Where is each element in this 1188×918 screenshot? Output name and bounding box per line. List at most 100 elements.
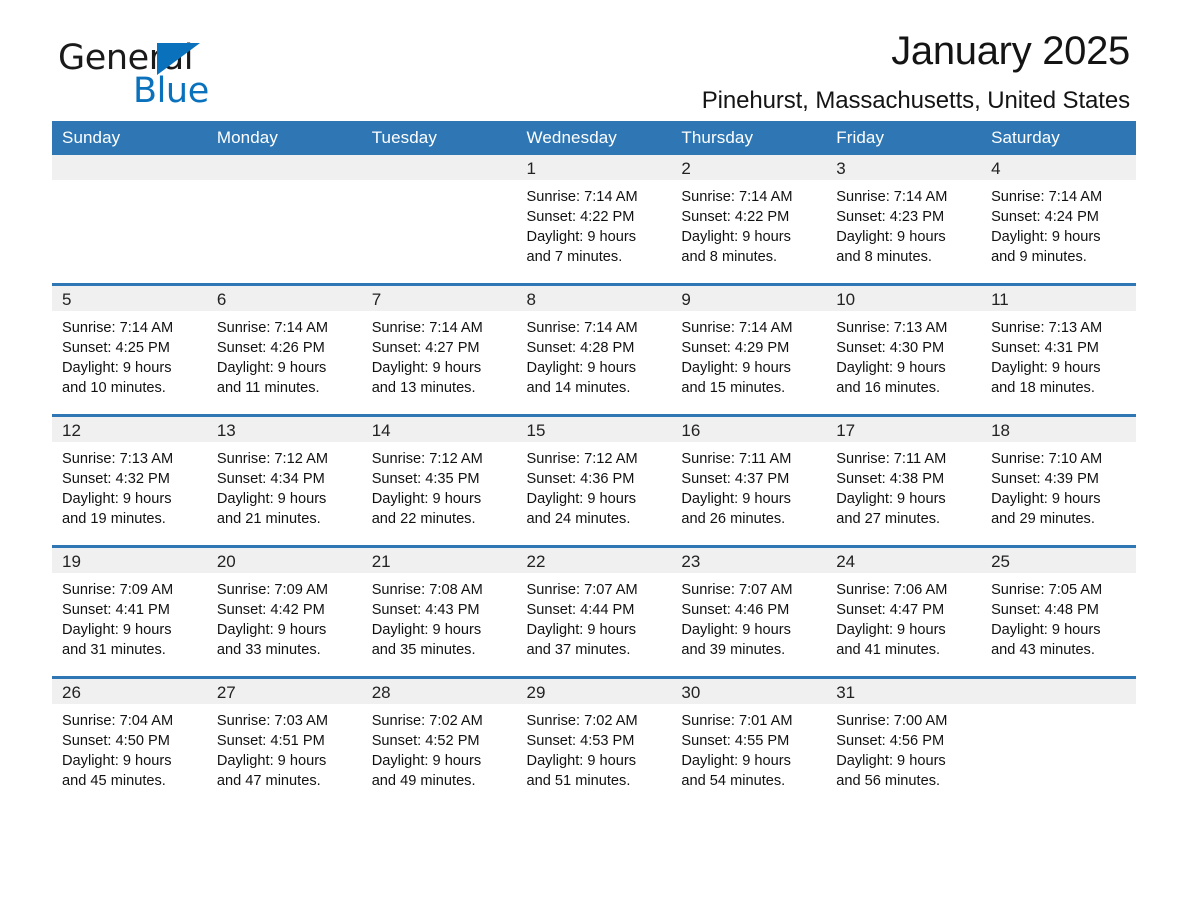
- sunrise-text: Sunrise: 7:14 AM: [681, 189, 793, 205]
- day-number: 28: [361, 679, 517, 704]
- daylight-text-line1: Daylight: 9 hours: [681, 753, 791, 769]
- sunset-text: Sunset: 4:32 PM: [62, 471, 170, 487]
- day-cell[interactable]: 24 Sunrise: 7:06 AM Sunset: 4:47 PM Dayl…: [826, 545, 982, 678]
- daylight-text-line2: and 15 minutes.: [681, 380, 786, 396]
- daylight-text-line1: Daylight: 9 hours: [681, 229, 791, 245]
- day-cell[interactable]: 20 Sunrise: 7:09 AM Sunset: 4:42 PM Dayl…: [206, 545, 362, 678]
- day-cell[interactable]: 29 Sunrise: 7:02 AM Sunset: 4:53 PM Dayl…: [516, 676, 672, 807]
- day-cell[interactable]: 17 Sunrise: 7:11 AM Sunset: 4:38 PM Dayl…: [826, 414, 982, 547]
- day-number: 16: [671, 417, 827, 442]
- sunset-text: Sunset: 4:31 PM: [991, 340, 1099, 356]
- day-cell[interactable]: 3 Sunrise: 7:14 AM Sunset: 4:23 PM Dayli…: [826, 155, 982, 285]
- day-cell[interactable]: 10 Sunrise: 7:13 AM Sunset: 4:30 PM Dayl…: [826, 283, 982, 416]
- sunset-text: Sunset: 4:52 PM: [371, 733, 480, 749]
- daylight-text-line1: Daylight: 9 hours: [836, 360, 946, 376]
- daylight-text-line2: and 19 minutes.: [62, 511, 166, 527]
- day-cell[interactable]: 6 Sunrise: 7:14 AM Sunset: 4:26 PM Dayli…: [206, 283, 362, 416]
- day-number: 18: [981, 417, 1136, 442]
- sunrise-text: Sunrise: 7:04 AM: [62, 713, 174, 729]
- location-subtitle: Pinehurst, Massachusetts, United States: [701, 87, 1130, 114]
- sunset-text: Sunset: 4:23 PM: [836, 209, 945, 225]
- day-details: Sunrise: 7:11 AM Sunset: 4:37 PM Dayligh…: [671, 442, 826, 529]
- sunrise-text: Sunrise: 7:02 AM: [371, 713, 483, 729]
- sunset-text: Sunset: 4:41 PM: [62, 602, 170, 618]
- day-cell[interactable]: 7 Sunrise: 7:14 AM Sunset: 4:27 PM Dayli…: [361, 283, 517, 416]
- day-cell[interactable]: 15 Sunrise: 7:12 AM Sunset: 4:36 PM Dayl…: [516, 414, 672, 547]
- daylight-text-line1: Daylight: 9 hours: [371, 622, 482, 638]
- day-cell: [361, 155, 517, 285]
- day-cell[interactable]: 12 Sunrise: 7:13 AM Sunset: 4:32 PM Dayl…: [52, 414, 207, 547]
- sunrise-text: Sunrise: 7:02 AM: [526, 713, 638, 729]
- day-cell[interactable]: 5 Sunrise: 7:14 AM Sunset: 4:25 PM Dayli…: [52, 283, 207, 416]
- day-details: Sunrise: 7:02 AM Sunset: 4:52 PM Dayligh…: [362, 704, 517, 791]
- day-number: 7: [361, 286, 517, 311]
- day-details: Sunrise: 7:14 AM Sunset: 4:22 PM Dayligh…: [517, 180, 672, 267]
- day-number: 26: [52, 679, 207, 704]
- calendar-body: 1 Sunrise: 7:14 AM Sunset: 4:22 PM Dayli…: [52, 155, 1136, 807]
- daylight-text-line1: Daylight: 9 hours: [62, 360, 172, 376]
- day-number: 9: [671, 286, 827, 311]
- sunrise-text: Sunrise: 7:13 AM: [991, 320, 1103, 336]
- day-cell[interactable]: 23 Sunrise: 7:07 AM Sunset: 4:46 PM Dayl…: [671, 545, 827, 678]
- day-number: [361, 155, 517, 180]
- daylight-text-line1: Daylight: 9 hours: [836, 229, 946, 245]
- daylight-text-line2: and 27 minutes.: [836, 511, 941, 527]
- day-cell[interactable]: 26 Sunrise: 7:04 AM Sunset: 4:50 PM Dayl…: [52, 676, 207, 807]
- daylight-text-line1: Daylight: 9 hours: [62, 753, 172, 769]
- sunset-text: Sunset: 4:43 PM: [371, 602, 480, 618]
- day-number: 5: [52, 286, 207, 311]
- daylight-text-line2: and 16 minutes.: [836, 380, 941, 396]
- daylight-text-line1: Daylight: 9 hours: [216, 622, 327, 638]
- day-cell[interactable]: 4 Sunrise: 7:14 AM Sunset: 4:24 PM Dayli…: [981, 155, 1136, 285]
- daylight-text-line2: and 8 minutes.: [836, 249, 932, 265]
- sunset-text: Sunset: 4:22 PM: [681, 209, 790, 225]
- day-cell[interactable]: 13 Sunrise: 7:12 AM Sunset: 4:34 PM Dayl…: [206, 414, 362, 547]
- day-cell[interactable]: 8 Sunrise: 7:14 AM Sunset: 4:28 PM Dayli…: [516, 283, 672, 416]
- day-cell[interactable]: 1 Sunrise: 7:14 AM Sunset: 4:22 PM Dayli…: [516, 155, 672, 285]
- generalblue-logo[interactable]: General Blue: [58, 38, 318, 111]
- daylight-text-line2: and 8 minutes.: [681, 249, 778, 265]
- sunrise-text: Sunrise: 7:10 AM: [991, 451, 1103, 467]
- day-cell[interactable]: 25 Sunrise: 7:05 AM Sunset: 4:48 PM Dayl…: [981, 545, 1136, 678]
- sunrise-text: Sunrise: 7:01 AM: [681, 713, 793, 729]
- day-cell[interactable]: 22 Sunrise: 7:07 AM Sunset: 4:44 PM Dayl…: [516, 545, 672, 678]
- day-cell[interactable]: 16 Sunrise: 7:11 AM Sunset: 4:37 PM Dayl…: [671, 414, 827, 547]
- sunset-text: Sunset: 4:38 PM: [836, 471, 945, 487]
- day-number: 3: [826, 155, 982, 180]
- day-cell[interactable]: 9 Sunrise: 7:14 AM Sunset: 4:29 PM Dayli…: [671, 283, 827, 416]
- day-cell[interactable]: 27 Sunrise: 7:03 AM Sunset: 4:51 PM Dayl…: [206, 676, 362, 807]
- day-cell[interactable]: 11 Sunrise: 7:13 AM Sunset: 4:31 PM Dayl…: [981, 283, 1136, 416]
- day-details: Sunrise: 7:09 AM Sunset: 4:42 PM Dayligh…: [207, 573, 362, 660]
- day-cell[interactable]: 18 Sunrise: 7:10 AM Sunset: 4:39 PM Dayl…: [981, 414, 1136, 547]
- day-cell[interactable]: 28 Sunrise: 7:02 AM Sunset: 4:52 PM Dayl…: [361, 676, 517, 807]
- day-details: Sunrise: 7:00 AM Sunset: 4:56 PM Dayligh…: [826, 704, 981, 791]
- sunset-text: Sunset: 4:28 PM: [526, 340, 635, 356]
- day-cell[interactable]: 31 Sunrise: 7:00 AM Sunset: 4:56 PM Dayl…: [826, 676, 982, 807]
- day-cell[interactable]: 14 Sunrise: 7:12 AM Sunset: 4:35 PM Dayl…: [361, 414, 517, 547]
- day-cell[interactable]: 2 Sunrise: 7:14 AM Sunset: 4:22 PM Dayli…: [671, 155, 827, 285]
- daylight-text-line1: Daylight: 9 hours: [991, 229, 1101, 245]
- day-number: [981, 679, 1136, 704]
- sunset-text: Sunset: 4:36 PM: [526, 471, 635, 487]
- day-details: Sunrise: 7:07 AM Sunset: 4:44 PM Dayligh…: [517, 573, 672, 660]
- day-details: Sunrise: 7:11 AM Sunset: 4:38 PM Dayligh…: [826, 442, 981, 529]
- day-details: Sunrise: 7:14 AM Sunset: 4:24 PM Dayligh…: [981, 180, 1136, 267]
- daylight-text-line1: Daylight: 9 hours: [526, 622, 637, 638]
- sunset-text: Sunset: 4:37 PM: [681, 471, 790, 487]
- day-number: 27: [206, 679, 362, 704]
- sunrise-text: Sunrise: 7:14 AM: [371, 320, 483, 336]
- sunrise-text: Sunrise: 7:14 AM: [526, 189, 638, 205]
- day-cell[interactable]: 21 Sunrise: 7:08 AM Sunset: 4:43 PM Dayl…: [361, 545, 517, 678]
- daylight-text-line1: Daylight: 9 hours: [836, 491, 946, 507]
- daylight-text-line1: Daylight: 9 hours: [526, 491, 637, 507]
- day-cell[interactable]: 19 Sunrise: 7:09 AM Sunset: 4:41 PM Dayl…: [52, 545, 207, 678]
- daylight-text-line1: Daylight: 9 hours: [681, 622, 791, 638]
- day-details: Sunrise: 7:14 AM Sunset: 4:23 PM Dayligh…: [826, 180, 981, 267]
- week-row: 5 Sunrise: 7:14 AM Sunset: 4:25 PM Dayli…: [52, 283, 1136, 416]
- day-number: 11: [981, 286, 1136, 311]
- sunrise-text: Sunrise: 7:05 AM: [991, 582, 1103, 598]
- day-cell[interactable]: 30 Sunrise: 7:01 AM Sunset: 4:55 PM Dayl…: [671, 676, 827, 807]
- sunrise-text: Sunrise: 7:13 AM: [62, 451, 174, 467]
- sunrise-text: Sunrise: 7:14 AM: [991, 189, 1103, 205]
- day-number: 20: [206, 548, 362, 573]
